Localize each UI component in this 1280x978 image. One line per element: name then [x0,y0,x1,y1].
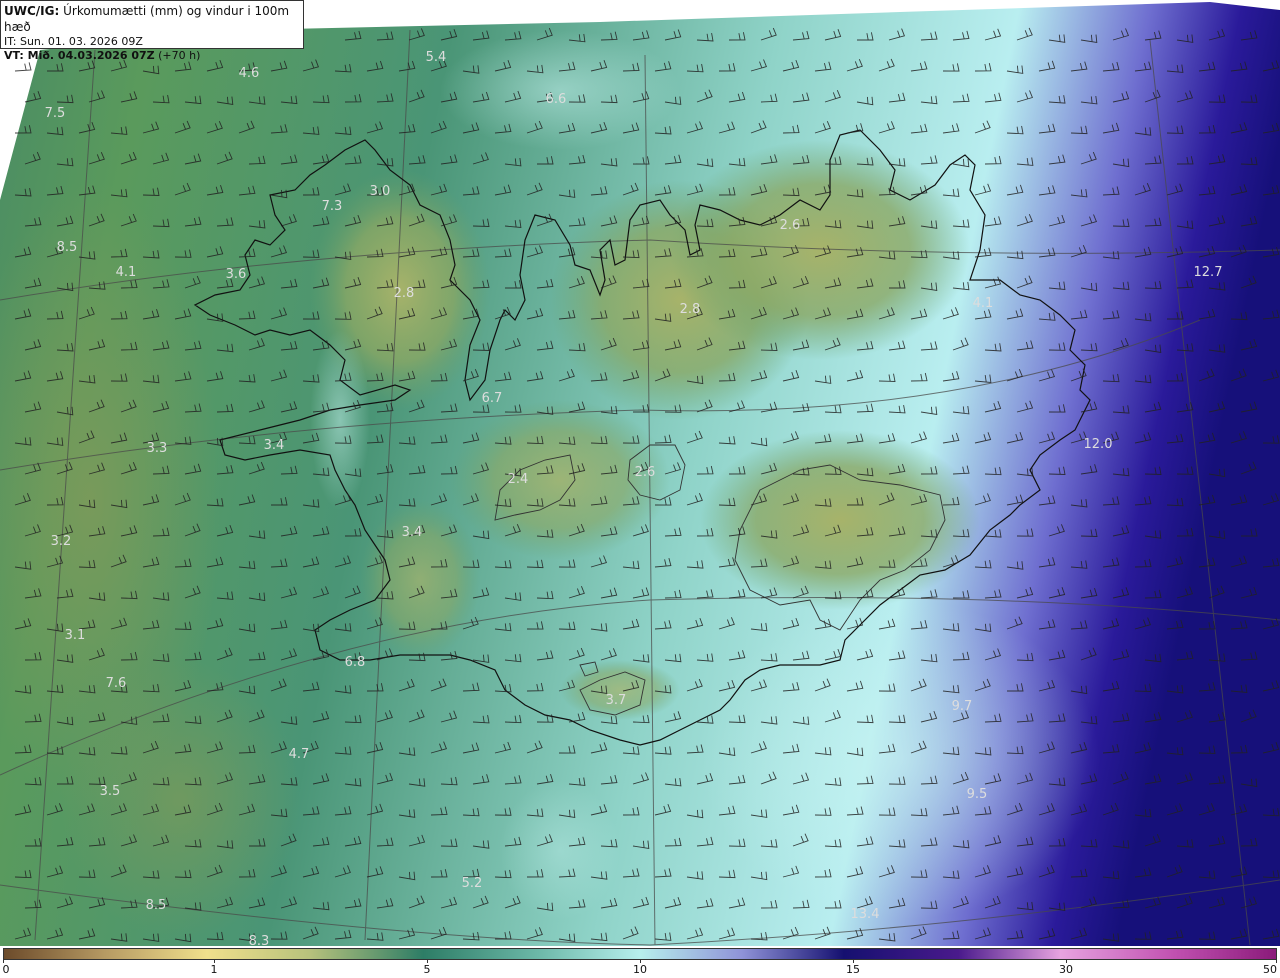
value-label: 8.5 [146,898,167,913]
value-label: 6.7 [482,391,503,406]
valid-time-line: VT: Mið. 04.03.2026 07Z (+70 h) [4,49,300,63]
value-label: 4.1 [973,296,994,311]
value-label: 7.5 [45,106,66,121]
value-label: 6.6 [546,92,567,107]
value-label: 4.1 [116,265,137,280]
value-label: 12.0 [1084,437,1113,452]
colorbar-tick-label: 5 [423,963,431,976]
colorbar-tick-label: 30 [1059,963,1073,976]
value-label: 2.8 [680,302,701,317]
lead-time: (+70 h) [154,49,201,63]
colorbar-tick-label: 15 [846,963,860,976]
init-time: IT: Sun. 01. 03. 2026 09Z [4,35,143,49]
value-label: 3.5 [100,784,121,799]
value-label: 6.8 [345,655,366,670]
colorbar-tick-label: 0 [2,963,10,976]
value-label: 7.6 [106,676,127,691]
value-label: 3.0 [370,184,391,199]
value-label: 4.7 [289,747,310,762]
value-label: 13.4 [851,907,880,922]
weather-map: 5.4 4.6 7.5 6.6 7.3 3.0 8.5 4.1 3.6 2.8 2.6 2.8 4.1 1… [0,0,1280,978]
value-label: 8.3 [249,934,270,949]
value-label: 12.7 [1194,265,1223,280]
value-label: 3.7 [606,693,627,708]
model-name: UWC/IG: [4,4,60,18]
precip-wind-map: 5.4 4.6 7.5 6.6 7.3 3.0 8.5 4.1 3.6 2.8 2.6 2.8 4.1 1… [0,0,1280,978]
value-label: 2.8 [394,286,415,301]
value-label: 3.6 [226,267,247,282]
value-label: 3.2 [51,534,72,549]
value-label: 2.4 [508,472,529,487]
value-label: 3.3 [147,441,168,456]
value-label: 3.4 [402,525,423,540]
value-label: 5.2 [462,876,483,891]
colorbar-tick-label: 50 [1263,963,1277,976]
colorbar-tick-label: 10 [633,963,647,976]
valid-time: VT: Mið. 04.03.2026 07Z [4,49,155,63]
value-label: 9.5 [967,787,988,802]
title-line: UWC/IG: Úrkomumætti (mm) og vindur i 100… [4,4,300,35]
value-label: 4.6 [239,66,260,81]
value-label: 2.6 [780,218,801,233]
value-label: 9.7 [952,699,973,714]
value-label: 3.1 [65,628,86,643]
title-box: UWC/IG: Úrkomumætti (mm) og vindur i 100… [0,0,304,62]
value-label: 7.3 [322,199,343,214]
value-label: 5.4 [426,50,447,65]
value-label: 8.5 [57,240,78,255]
colorbar-tick-label: 1 [210,963,218,976]
value-label: 2.6 [635,465,656,480]
value-label: 3.4 [264,438,285,453]
